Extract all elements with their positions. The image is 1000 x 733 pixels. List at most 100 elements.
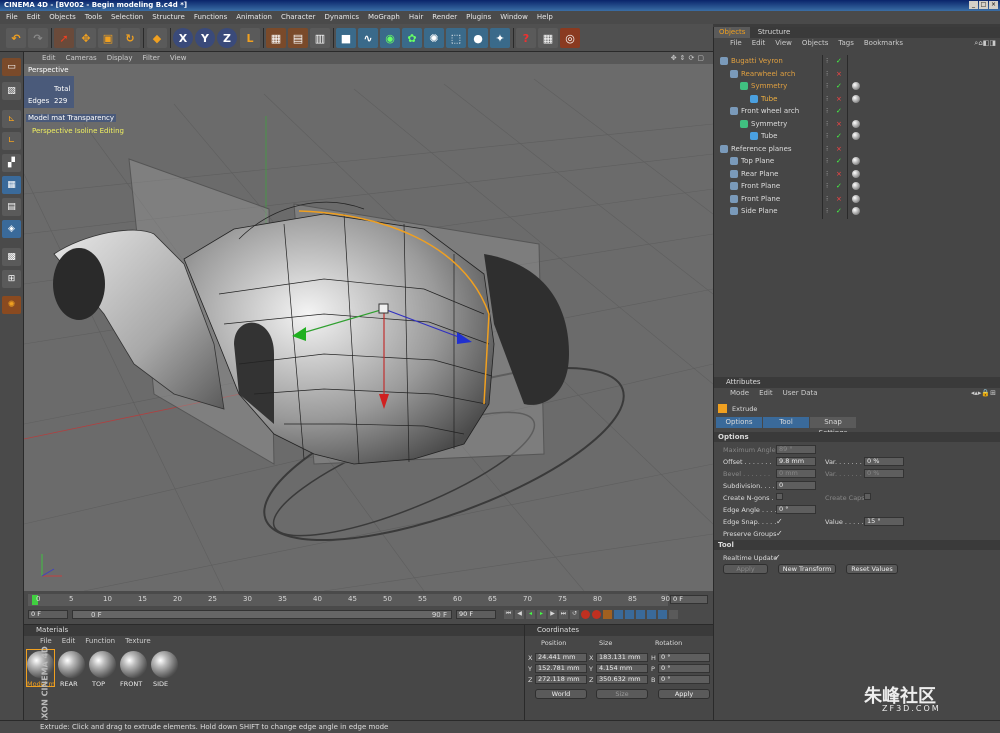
visibility-dots-icon[interactable]: ⁝ xyxy=(826,118,828,130)
uv-mode-icon[interactable]: ▤ xyxy=(2,198,21,216)
web-icon[interactable]: ◎ xyxy=(560,28,580,48)
search-icon[interactable]: ⌕⌂◧◨ xyxy=(974,38,996,49)
menu-mograph[interactable]: MoGraph xyxy=(368,11,400,24)
visibility-dots-icon[interactable]: ⁝ xyxy=(826,130,828,142)
enable-toggle-icon[interactable]: ✓ xyxy=(836,130,842,142)
start-frame-field[interactable]: 0 F xyxy=(28,610,68,619)
menu-render[interactable]: Render xyxy=(432,11,457,24)
menu-plugins[interactable]: Plugins xyxy=(466,11,491,24)
rot-key-icon[interactable] xyxy=(636,610,645,619)
next-frame-icon[interactable]: ▶ xyxy=(548,610,557,619)
enable-toggle-icon[interactable]: × xyxy=(836,93,842,105)
menu-dynamics[interactable]: Dynamics xyxy=(325,11,360,24)
move-icon[interactable]: ✥ xyxy=(76,28,96,48)
play-icon[interactable]: ▸ xyxy=(537,610,546,619)
current-frame-field[interactable]: 0 F xyxy=(670,595,708,604)
visibility-dots-icon[interactable]: ⁝ xyxy=(826,168,828,180)
model-mode-icon[interactable]: ◆ xyxy=(147,28,167,48)
materials-menu-edit[interactable]: Edit xyxy=(62,636,76,647)
play-back-icon[interactable]: ◂ xyxy=(526,610,535,619)
range-slider[interactable]: 0 F 90 F xyxy=(72,610,452,619)
size-z-field[interactable]: 350.632 mm xyxy=(596,675,648,684)
menu-edit[interactable]: Edit xyxy=(27,11,41,24)
apply-button[interactable]: Apply xyxy=(723,564,768,574)
enable-toggle-icon[interactable]: × xyxy=(836,68,842,80)
menu-objects[interactable]: Objects xyxy=(49,11,75,24)
redo-icon[interactable]: ↷ xyxy=(28,28,48,48)
viewport-nav-icons[interactable]: ✥⇕⟳▢ xyxy=(671,52,707,64)
cube-icon[interactable]: ■ xyxy=(336,28,356,48)
menu-window[interactable]: Window xyxy=(500,11,528,24)
keyframe-sel-icon[interactable] xyxy=(603,610,612,619)
array-icon[interactable]: ✿ xyxy=(402,28,422,48)
object-row[interactable]: Bugatti Veyron ⁝ ✓ xyxy=(714,55,1000,67)
visibility-dots-icon[interactable]: ⁝ xyxy=(826,205,828,217)
y-axis-icon[interactable]: Y xyxy=(195,28,215,48)
subdivision-field[interactable]: 0 xyxy=(776,481,816,490)
object-row[interactable]: Symmetry ⁝ × xyxy=(714,118,1000,130)
material-thumb-front[interactable] xyxy=(120,651,147,678)
material-tag-icon[interactable] xyxy=(852,157,860,165)
pos-key-icon[interactable] xyxy=(614,610,623,619)
render-settings-icon[interactable]: ▥ xyxy=(310,28,330,48)
edges-mode-icon[interactable]: ▞ xyxy=(2,154,21,172)
bevel-field[interactable]: 0 mm xyxy=(776,469,816,478)
tab-snap-settings[interactable]: Snap Settings xyxy=(810,417,856,437)
material-tag-icon[interactable] xyxy=(852,207,860,215)
coords-apply-button[interactable]: Apply xyxy=(658,689,710,699)
checker-icon[interactable]: ▩ xyxy=(2,248,21,266)
enable-toggle-icon[interactable]: ✓ xyxy=(836,155,842,167)
maximize-button[interactable]: □ xyxy=(979,1,988,9)
spline-icon[interactable]: ∿ xyxy=(358,28,378,48)
objects-menu-view[interactable]: View xyxy=(775,38,792,49)
tweak-mode-icon[interactable]: ◈ xyxy=(2,220,21,238)
viewport[interactable]: Perspective Total Edges 229 Model mat Tr… xyxy=(24,64,713,591)
offset-var-field[interactable]: 0 % xyxy=(864,457,904,466)
prev-frame-icon[interactable]: ◀ xyxy=(515,610,524,619)
material-tag-icon[interactable] xyxy=(852,182,860,190)
visibility-dots-icon[interactable]: ⁝ xyxy=(826,93,828,105)
goto-end-icon[interactable]: ⏭ xyxy=(559,610,568,619)
pos-z-field[interactable]: 272.118 mm xyxy=(535,675,587,684)
pos-y-field[interactable]: 152.781 mm xyxy=(535,664,587,673)
help-icon[interactable]: ? xyxy=(516,28,536,48)
goto-start-icon[interactable]: ⏮ xyxy=(504,610,513,619)
texture-mode-icon[interactable]: ▧ xyxy=(2,82,21,100)
preserve-groups-checkbox[interactable]: ✓ xyxy=(776,529,783,538)
size-mode-dropdown[interactable]: Size xyxy=(596,689,648,699)
menu-hair[interactable]: Hair xyxy=(409,11,423,24)
object-row[interactable]: Reference planes ⁝ × xyxy=(714,143,1000,155)
object-row[interactable]: Front Plane ⁝ ✓ xyxy=(714,180,1000,192)
material-thumb-rear[interactable] xyxy=(58,651,85,678)
param-key-icon[interactable] xyxy=(647,610,656,619)
enable-toggle-icon[interactable]: × xyxy=(836,143,842,155)
visibility-dots-icon[interactable]: ⁝ xyxy=(826,105,828,117)
object-row[interactable]: Symmetry ⁝ ✓ xyxy=(714,80,1000,92)
x-axis-icon[interactable]: X xyxy=(173,28,193,48)
tab-options[interactable]: Options xyxy=(716,417,762,428)
objects-menu-bookmarks[interactable]: Bookmarks xyxy=(864,38,903,49)
bevel-var-field[interactable]: 0 % xyxy=(864,469,904,478)
viewport-menu-display[interactable]: Display xyxy=(107,52,133,64)
close-button[interactable]: × xyxy=(989,1,998,9)
size-y-field[interactable]: 4.154 mm xyxy=(596,664,648,673)
object-row[interactable]: Rearwheel arch ⁝ × xyxy=(714,68,1000,80)
visibility-dots-icon[interactable]: ⁝ xyxy=(826,193,828,205)
attributes-menu-edit[interactable]: Edit xyxy=(759,388,773,399)
visibility-dots-icon[interactable]: ⁝ xyxy=(826,143,828,155)
autokey-icon[interactable] xyxy=(592,610,601,619)
material-tag-icon[interactable] xyxy=(852,119,860,128)
object-row[interactable]: Front wheel arch ⁝ ✓ xyxy=(714,105,1000,117)
menu-tools[interactable]: Tools xyxy=(85,11,102,24)
enable-toggle-icon[interactable]: ✓ xyxy=(836,205,842,217)
viewport-menu-edit[interactable]: Edit xyxy=(42,52,56,64)
rot-b-field[interactable]: 0 ° xyxy=(658,675,710,684)
render-picture-icon[interactable]: ▤ xyxy=(288,28,308,48)
visibility-dots-icon[interactable]: ⁝ xyxy=(826,155,828,167)
objects-menu-objects[interactable]: Objects xyxy=(802,38,828,49)
coordinate-system-icon[interactable]: L xyxy=(240,28,260,48)
object-row[interactable]: Front Plane ⁝ × xyxy=(714,193,1000,205)
material-tag-icon[interactable] xyxy=(852,132,860,140)
object-row[interactable]: Side Plane ⁝ ✓ xyxy=(714,205,1000,217)
layout-icon[interactable]: ▦ xyxy=(538,28,558,48)
